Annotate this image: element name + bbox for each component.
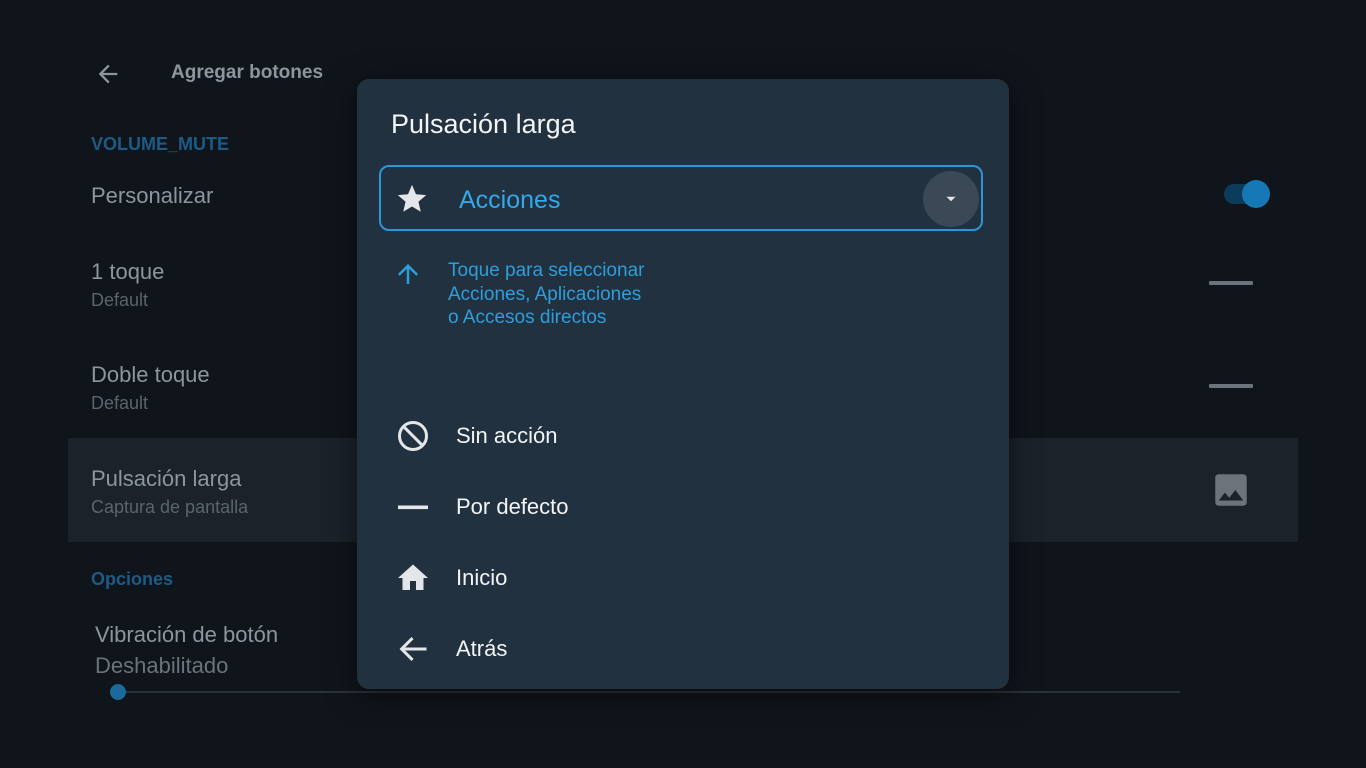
double-tap-value: Default — [91, 393, 149, 413]
single-tap-value: Default — [91, 290, 149, 310]
long-press-value: Captura de pantalla — [91, 497, 249, 517]
option-default[interactable]: Por defecto — [357, 476, 1009, 536]
vibration-slider-track[interactable] — [118, 691, 1180, 693]
caret-down-icon — [946, 196, 956, 202]
option-label: Inicio — [456, 565, 508, 590]
arrow-left-icon — [399, 637, 427, 661]
dropdown-button[interactable] — [923, 171, 979, 227]
vibration-slider-thumb[interactable] — [110, 684, 126, 700]
arrow-up-icon — [398, 264, 418, 284]
hint-text: Toque para seleccionar Acciones, Aplicac… — [448, 260, 645, 328]
customize-label[interactable]: Personalizar — [91, 183, 213, 209]
option-label: Atrás — [456, 636, 508, 661]
home-icon — [398, 564, 428, 590]
action-type-select[interactable]: Acciones — [379, 165, 983, 231]
option-back[interactable]: Atrás — [357, 618, 1009, 678]
section-header-options: Opciones — [91, 569, 174, 589]
minus-icon — [398, 505, 428, 510]
select-value: Acciones — [459, 186, 561, 214]
image-icon — [1215, 474, 1247, 506]
single-tap-title[interactable]: 1 toque — [91, 259, 164, 285]
option-no-action[interactable]: Sin acción — [357, 405, 1009, 465]
vibration-value: Deshabilitado — [95, 653, 229, 678]
page-title: Agregar botones — [171, 62, 324, 83]
star-icon — [397, 184, 427, 212]
customize-toggle-knob[interactable] — [1242, 180, 1270, 208]
section-header-volume-mute: VOLUME_MUTE — [91, 134, 230, 154]
dialog-title: Pulsación larga — [391, 109, 576, 139]
long-press-title: Pulsación larga — [91, 466, 242, 491]
block-icon — [398, 421, 428, 451]
double-tap-minus-icon — [1209, 384, 1253, 388]
long-press-dialog: Pulsación larga Acciones Toque para sele… — [357, 79, 1009, 689]
option-home[interactable]: Inicio — [357, 547, 1009, 607]
single-tap-minus-icon — [1209, 281, 1253, 285]
back-arrow-icon[interactable] — [94, 60, 122, 88]
option-label: Sin acción — [456, 423, 558, 448]
option-label: Por defecto — [456, 494, 569, 519]
double-tap-title[interactable]: Doble toque — [91, 362, 210, 388]
vibration-title: Vibración de botón — [95, 622, 279, 647]
